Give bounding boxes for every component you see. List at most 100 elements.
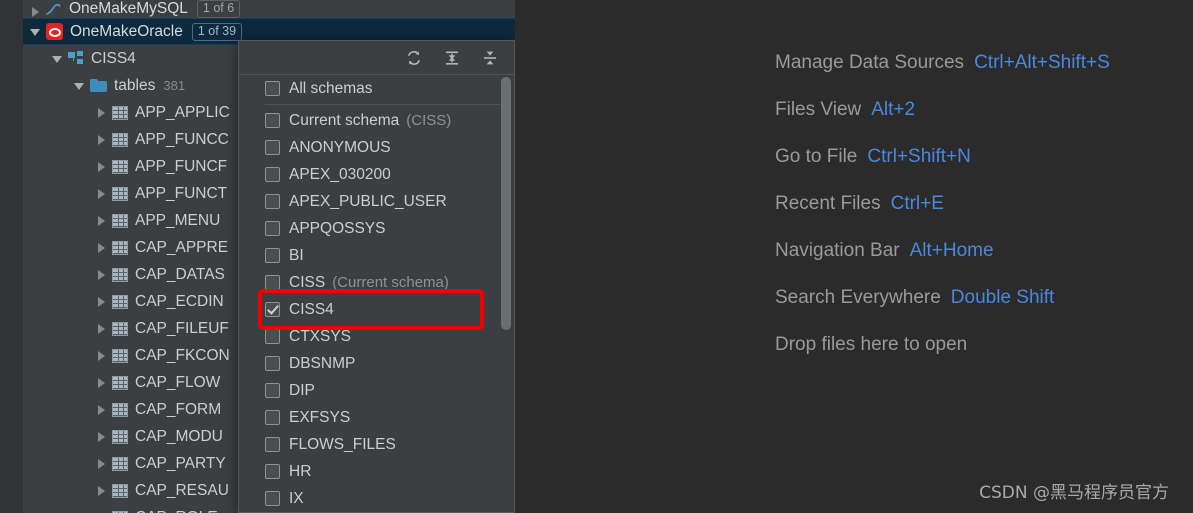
table-icon bbox=[112, 159, 128, 174]
chevron-down-icon[interactable] bbox=[73, 79, 86, 92]
checkbox[interactable] bbox=[265, 302, 280, 317]
chevron-down-icon[interactable] bbox=[51, 52, 64, 65]
collapse-all-icon[interactable] bbox=[480, 48, 500, 68]
shortcut-hints-list: Manage Data Sources Ctrl+Alt+Shift+S File… bbox=[775, 52, 1110, 381]
schema-chooser-popup[interactable]: All schemas Current schema (CISS) ANONYM… bbox=[238, 40, 515, 513]
chevron-right-icon[interactable] bbox=[95, 430, 108, 443]
schema-option-appqossys[interactable]: APPQOSSYS bbox=[239, 215, 514, 242]
shortcut-recent-files[interactable]: Recent Files Ctrl+E bbox=[775, 193, 1110, 215]
tool-window-edge-strip bbox=[0, 0, 24, 513]
schema-option-label: BI bbox=[289, 246, 304, 264]
shortcut-search-everywhere[interactable]: Search Everywhere Double Shift bbox=[775, 287, 1110, 309]
table-icon bbox=[112, 402, 128, 417]
chevron-right-icon[interactable] bbox=[95, 187, 108, 200]
schema-option-label: APPQOSSYS bbox=[289, 219, 386, 237]
tree-label: OneMakeOracle bbox=[70, 22, 183, 40]
checkbox[interactable] bbox=[265, 194, 280, 209]
checkbox[interactable] bbox=[265, 383, 280, 398]
chevron-right-icon[interactable] bbox=[95, 457, 108, 470]
shortcut-files-view[interactable]: Files View Alt+2 bbox=[775, 99, 1110, 121]
chevron-right-icon[interactable] bbox=[95, 403, 108, 416]
chevron-right-icon[interactable] bbox=[95, 214, 108, 227]
schema-option-ciss4[interactable]: CISS4 bbox=[239, 296, 514, 323]
tree-label: CISS4 bbox=[91, 49, 136, 67]
chevron-right-icon[interactable] bbox=[95, 133, 108, 146]
schema-option-label: APEX_030200 bbox=[289, 165, 391, 183]
schema-option-label: ANONYMOUS bbox=[289, 138, 391, 156]
shortcut-key: Double Shift bbox=[950, 287, 1055, 308]
popup-scrollbar-thumb[interactable] bbox=[501, 77, 511, 330]
shortcut-key: Ctrl+Alt+Shift+S bbox=[974, 52, 1110, 73]
tree-item-count: 381 bbox=[163, 78, 186, 93]
shortcut-go-to-file[interactable]: Go to File Ctrl+Shift+N bbox=[775, 146, 1110, 168]
table-icon bbox=[112, 483, 128, 498]
chevron-right-icon[interactable] bbox=[95, 484, 108, 497]
chevron-right-icon[interactable] bbox=[95, 160, 108, 173]
schema-option-list[interactable]: All schemas Current schema (CISS) ANONYM… bbox=[239, 75, 514, 512]
checkbox[interactable] bbox=[265, 275, 280, 290]
checkbox[interactable] bbox=[265, 81, 280, 96]
checkbox[interactable] bbox=[265, 437, 280, 452]
shortcut-navigation-bar[interactable]: Navigation Bar Alt+Home bbox=[775, 240, 1110, 262]
schema-option-apex-030200[interactable]: APEX_030200 bbox=[239, 161, 514, 188]
chevron-right-icon[interactable] bbox=[95, 268, 108, 281]
schema-option-anonymous[interactable]: ANONYMOUS bbox=[239, 134, 514, 161]
chevron-right-icon[interactable] bbox=[95, 295, 108, 308]
schema-option-label: CTXSYS bbox=[289, 327, 352, 345]
schema-option-current-schema[interactable]: Current schema (CISS) bbox=[239, 107, 514, 134]
checkbox[interactable] bbox=[265, 329, 280, 344]
chevron-right-icon[interactable] bbox=[95, 322, 108, 335]
schema-option-label: CISS4 bbox=[289, 300, 334, 318]
tree-label: CAP_ECDIN bbox=[135, 292, 224, 310]
schema-option-flows-files[interactable]: FLOWS_FILES bbox=[239, 431, 514, 458]
chevron-right-icon[interactable] bbox=[95, 241, 108, 254]
checkbox[interactable] bbox=[265, 491, 280, 506]
schema-option-apex-public-user[interactable]: APEX_PUBLIC_USER bbox=[239, 188, 514, 215]
tree-label: CAP_FLOW bbox=[135, 373, 221, 391]
schema-option-bi[interactable]: BI bbox=[239, 242, 514, 269]
tree-label: APP_APPLIC bbox=[135, 103, 230, 121]
chevron-right-icon[interactable] bbox=[29, 5, 42, 18]
table-icon bbox=[112, 375, 128, 390]
chevron-down-icon[interactable] bbox=[29, 25, 42, 38]
schema-option-label: FLOWS_FILES bbox=[289, 435, 396, 453]
checkbox[interactable] bbox=[265, 140, 280, 155]
tree-badge: 1 of 39 bbox=[191, 22, 243, 41]
checkbox[interactable] bbox=[265, 464, 280, 479]
checkbox[interactable] bbox=[265, 167, 280, 182]
chevron-right-icon[interactable] bbox=[95, 376, 108, 389]
schema-option-label: IX bbox=[289, 489, 304, 507]
expand-all-icon[interactable] bbox=[442, 48, 462, 68]
tree-row-datasource-mysql[interactable]: OneMakeMySQL 1 of 6 bbox=[23, 0, 515, 18]
refresh-icon[interactable] bbox=[404, 48, 424, 68]
shortcut-action: Navigation Bar bbox=[775, 240, 900, 261]
tree-label: CAP_MODU bbox=[135, 427, 223, 445]
schema-option-hr[interactable]: HR bbox=[239, 458, 514, 485]
shortcut-manage-data-sources[interactable]: Manage Data Sources Ctrl+Alt+Shift+S bbox=[775, 52, 1110, 74]
schema-option-exfsys[interactable]: EXFSYS bbox=[239, 404, 514, 431]
schema-option-dip[interactable]: DIP bbox=[239, 377, 514, 404]
chevron-right-icon[interactable] bbox=[95, 349, 108, 362]
chevron-right-icon[interactable] bbox=[95, 106, 108, 119]
table-icon bbox=[112, 240, 128, 255]
tree-label: CAP_FILEUF bbox=[135, 319, 229, 337]
table-icon bbox=[112, 105, 128, 120]
checkbox[interactable] bbox=[265, 248, 280, 263]
shortcut-action: Recent Files bbox=[775, 193, 881, 214]
checkbox[interactable] bbox=[265, 221, 280, 236]
checkbox[interactable] bbox=[265, 113, 280, 128]
schema-option-label: All schemas bbox=[289, 79, 373, 97]
tree-label: CAP_PARTY bbox=[135, 454, 226, 472]
schema-option-dbsnmp[interactable]: DBSNMP bbox=[239, 350, 514, 377]
checkbox[interactable] bbox=[265, 410, 280, 425]
watermark: CSDN @黑马程序员官方 bbox=[979, 483, 1169, 503]
tree-label: CAP_ROLE bbox=[135, 509, 218, 513]
mysql-icon bbox=[46, 3, 62, 18]
schema-option-ctxsys[interactable]: CTXSYS bbox=[239, 323, 514, 350]
schema-option-all-schemas[interactable]: All schemas bbox=[239, 75, 514, 102]
tree-label: APP_FUNCT bbox=[135, 184, 228, 202]
schema-option-ix[interactable]: IX bbox=[239, 485, 514, 512]
schema-option-label: Current schema bbox=[289, 111, 400, 129]
schema-option-ciss[interactable]: CISS (Current schema) bbox=[239, 269, 514, 296]
checkbox[interactable] bbox=[265, 356, 280, 371]
